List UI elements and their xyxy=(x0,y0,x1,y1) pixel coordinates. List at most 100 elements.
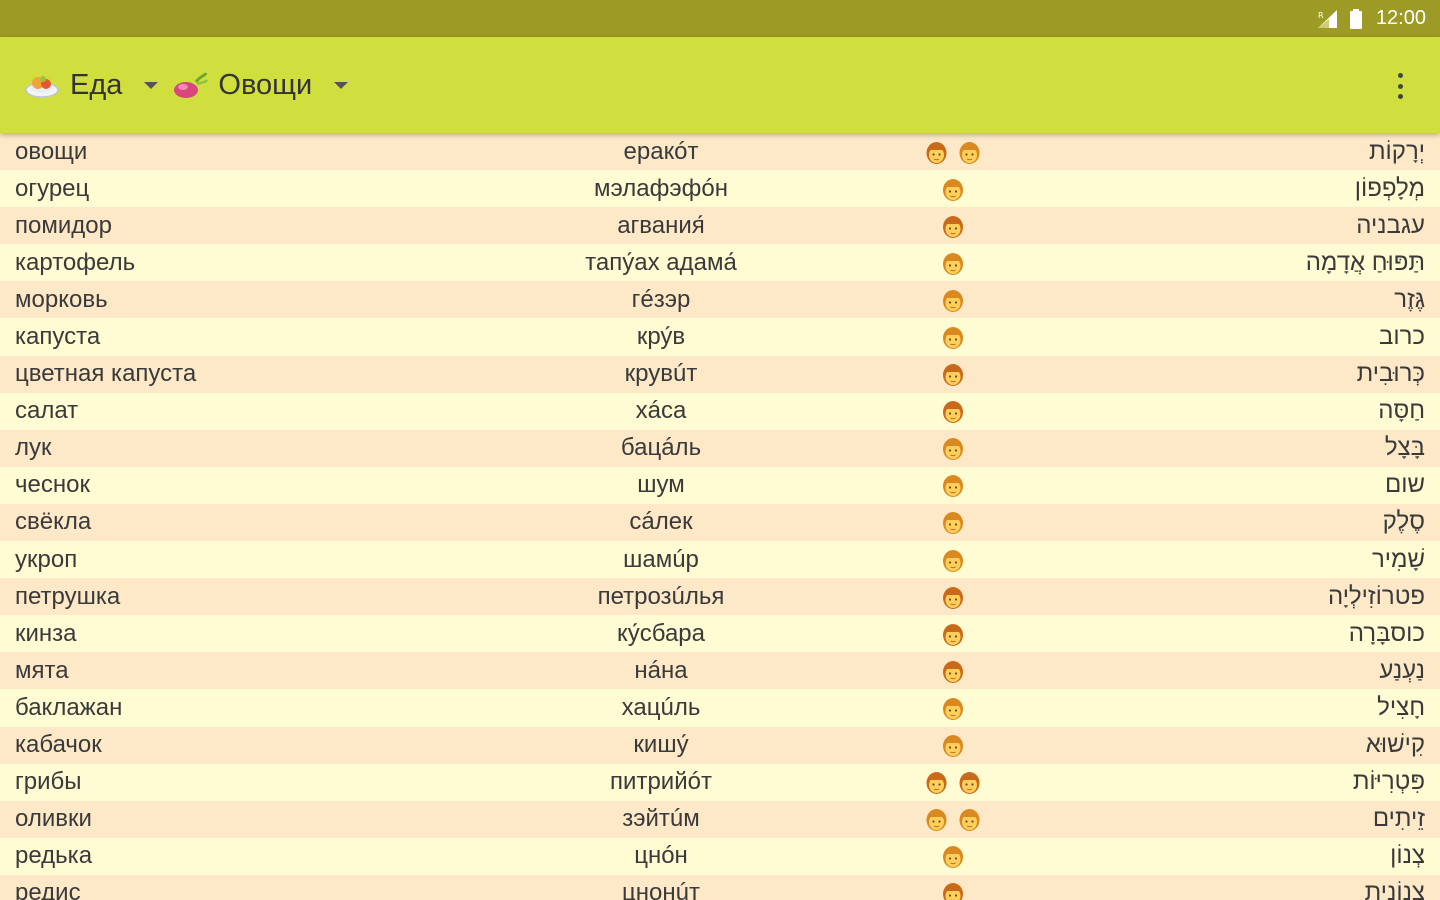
male-speaker-icon[interactable] xyxy=(925,806,949,832)
audio-speakers xyxy=(941,324,965,350)
male-speaker-icon[interactable] xyxy=(941,509,965,535)
female-speaker-icon[interactable] xyxy=(941,658,965,684)
male-speaker-icon[interactable] xyxy=(941,843,965,869)
word-row[interactable]: свёкла сáлек סֶלֶק xyxy=(0,503,1440,542)
male-speaker-icon[interactable] xyxy=(941,472,965,498)
subcategory-spinner[interactable]: Овощи xyxy=(172,68,349,102)
word-row[interactable]: чеснок шум שום xyxy=(0,466,1440,504)
hebrew-word: כוסבָּרָה xyxy=(1348,619,1425,647)
female-speaker-icon[interactable] xyxy=(925,139,949,165)
word-row[interactable]: баклажан хацúль חָצִיל xyxy=(0,689,1440,727)
word-row[interactable]: петрушка петрозúлья פטרוֹזִילְיָה xyxy=(0,578,1440,616)
audio-speakers xyxy=(941,398,965,424)
russian-word: цветная капуста xyxy=(15,360,197,388)
category-spinner[interactable]: Еда xyxy=(24,69,159,102)
hebrew-word: שָׁמִיר xyxy=(1371,545,1425,573)
audio-speakers xyxy=(941,843,965,869)
russian-word: редька xyxy=(15,842,93,870)
word-row[interactable]: оливки зэйтúм זֵיתִים xyxy=(0,800,1440,838)
status-time: 12:00 xyxy=(1375,7,1426,29)
app-bar: Еда Овощи xyxy=(0,37,1440,133)
transliteration: хацúль xyxy=(621,693,701,721)
male-speaker-icon[interactable] xyxy=(941,250,965,276)
word-row[interactable]: укроп шамúр שָׁמִיר xyxy=(0,541,1440,579)
male-speaker-icon[interactable] xyxy=(941,176,965,202)
word-row[interactable]: капуста кру́в כרוב xyxy=(0,318,1440,356)
audio-speakers xyxy=(941,176,965,202)
word-row[interactable]: огурец мэлафэфóн מְלָפְפוֹן xyxy=(0,170,1440,208)
word-row[interactable]: мята нáна נַעְנַע xyxy=(0,652,1440,690)
transliteration: сáлек xyxy=(629,508,693,536)
hebrew-word: קִישׁוּא xyxy=(1365,731,1425,759)
transliteration: мэлафэфóн xyxy=(594,174,728,202)
female-speaker-icon[interactable] xyxy=(941,398,965,424)
audio-speakers xyxy=(941,695,965,721)
russian-word: морковь xyxy=(15,285,108,313)
word-row[interactable]: цветная капуста крувúт כְּרוּבִית xyxy=(0,355,1440,393)
male-speaker-icon[interactable] xyxy=(941,287,965,313)
female-speaker-icon[interactable] xyxy=(941,361,965,387)
male-speaker-icon[interactable] xyxy=(958,139,982,165)
transliteration: ку́сбара xyxy=(616,619,706,647)
transliteration: цнóн xyxy=(634,842,688,870)
word-row[interactable]: кабачок кишу́ קִישׁוּא xyxy=(0,726,1440,764)
word-row[interactable]: морковь гéзэр גֶּזֶר xyxy=(0,281,1440,319)
hebrew-word: כְּרוּבִית xyxy=(1356,360,1425,388)
audio-speakers xyxy=(941,435,965,461)
female-speaker-icon[interactable] xyxy=(925,769,949,795)
signal-icon: R xyxy=(1317,9,1337,28)
audio-speakers xyxy=(941,509,965,535)
male-speaker-icon[interactable] xyxy=(958,806,982,832)
russian-word: кабачок xyxy=(15,731,102,759)
audio-speakers xyxy=(941,880,965,900)
russian-word: грибы xyxy=(15,768,82,796)
hebrew-word: זֵיתִים xyxy=(1372,805,1425,833)
hebrew-word: תַּפּוּחַ אֲדָמָה xyxy=(1305,248,1425,276)
word-row[interactable]: овощи еракóт יְרָקוֹת xyxy=(0,133,1440,171)
hebrew-word: חָצִיל xyxy=(1377,693,1425,721)
transliteration: цнонúт xyxy=(622,879,700,900)
female-speaker-icon[interactable] xyxy=(941,584,965,610)
transliteration: гéзэр xyxy=(631,285,691,313)
subcategory-label: Овощи xyxy=(218,68,313,101)
russian-word: огурец xyxy=(15,174,90,202)
chevron-down-icon xyxy=(334,81,349,89)
transliteration: нáна xyxy=(634,656,688,684)
male-speaker-icon[interactable] xyxy=(941,435,965,461)
russian-word: картофель xyxy=(15,248,136,276)
transliteration: кру́в xyxy=(636,323,686,351)
russian-word: оливки xyxy=(15,805,92,833)
word-row[interactable]: картофель тапу́ах адама́ תַּפּוּחַ אֲדָמָה xyxy=(0,244,1440,282)
transliteration: тапу́ах адама́ xyxy=(585,248,737,276)
russian-word: лук xyxy=(15,434,52,462)
female-speaker-icon[interactable] xyxy=(941,621,965,647)
transliteration: шум xyxy=(637,471,685,499)
russian-word: баклажан xyxy=(15,693,123,721)
svg-text:R: R xyxy=(1318,11,1324,20)
male-speaker-icon[interactable] xyxy=(941,324,965,350)
audio-speakers xyxy=(941,658,965,684)
russian-word: помидор xyxy=(15,211,112,239)
russian-word: чеснок xyxy=(15,471,90,499)
female-speaker-icon[interactable] xyxy=(941,213,965,239)
female-speaker-icon[interactable] xyxy=(958,769,982,795)
hebrew-word: פטרוֹזִילְיָה xyxy=(1327,582,1425,610)
male-speaker-icon[interactable] xyxy=(941,732,965,758)
word-row[interactable]: редька цнóн צְנוֹן xyxy=(0,837,1440,875)
word-row[interactable]: помидор агвания́ עגבניה xyxy=(0,207,1440,245)
hebrew-word: חַסָּה xyxy=(1378,397,1425,425)
audio-speakers xyxy=(941,584,965,610)
word-row[interactable]: редис цнонúт צְנוֹנִית xyxy=(0,874,1440,900)
battery-icon xyxy=(1349,8,1362,29)
word-row[interactable]: салат хáса חַסָּה xyxy=(0,392,1440,430)
audio-speakers xyxy=(941,213,965,239)
food-plate-icon xyxy=(25,76,59,98)
word-row[interactable]: кинза ку́сбара כוסבָּרָה xyxy=(0,615,1440,653)
male-speaker-icon[interactable] xyxy=(941,695,965,721)
word-row[interactable]: грибы питрийóт פִּטְרִיּוֹת xyxy=(0,763,1440,801)
overflow-menu-icon[interactable] xyxy=(1396,73,1404,99)
male-speaker-icon[interactable] xyxy=(941,547,965,573)
russian-word: мята xyxy=(15,656,69,684)
word-row[interactable]: лук бацáль בָּצָל xyxy=(0,429,1440,467)
female-speaker-icon[interactable] xyxy=(941,880,965,900)
